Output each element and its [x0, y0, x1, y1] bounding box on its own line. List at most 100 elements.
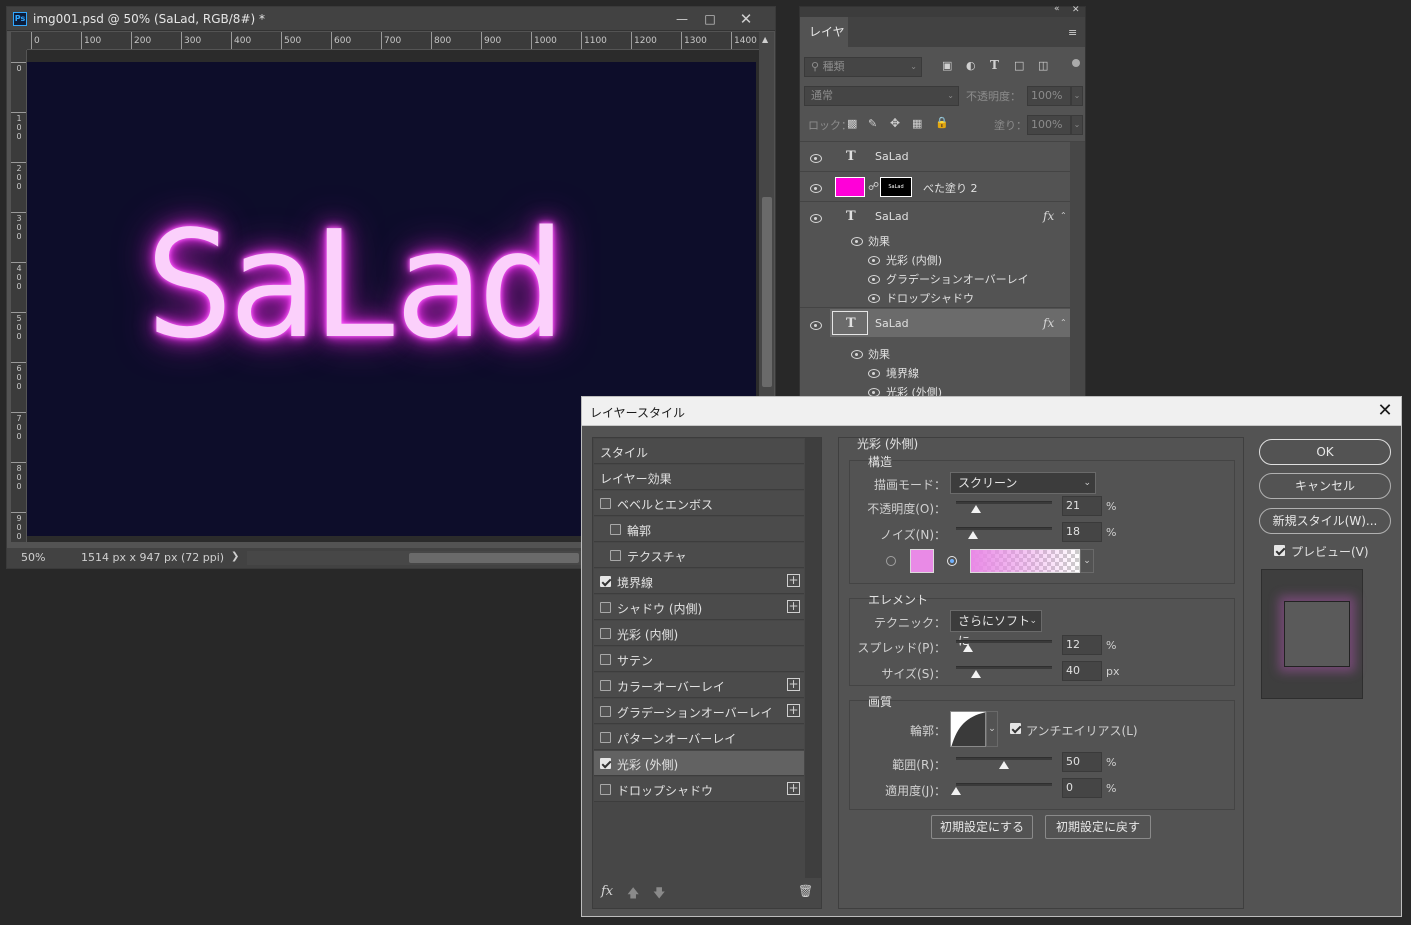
vertical-ruler[interactable]: 0 100 200 300 400 500 600 700 800 900: [11, 50, 27, 542]
spread-slider[interactable]: [956, 640, 1052, 652]
effect-item[interactable]: ドロップシャドウ: [886, 290, 974, 306]
style-checkbox[interactable]: [600, 732, 611, 743]
panel-header[interactable]: « ✕: [800, 4, 1085, 17]
style-item[interactable]: テクスチャ: [594, 543, 804, 568]
spread-slider-thumb[interactable]: [963, 644, 973, 652]
layer-row-salad-effects-1[interactable]: T SaLad fx ⌃ 効果 光彩 (内側) グラデーションオーバーレイ ドロ…: [800, 202, 1070, 308]
scroll-up-icon[interactable]: ▲: [762, 35, 768, 44]
dialog-close-icon[interactable]: ✕: [1373, 399, 1397, 423]
fx-icon[interactable]: fx: [1043, 209, 1054, 223]
layer-row-salad-top[interactable]: T SaLad: [800, 142, 1070, 172]
document-titlebar[interactable]: Ps img001.psd @ 50% (SaLad, RGB/8#) * — …: [7, 7, 775, 31]
style-checkbox[interactable]: [600, 654, 611, 665]
jitter-input[interactable]: 0: [1062, 778, 1102, 798]
blend-mode-select[interactable]: 通常 ⌄: [804, 86, 959, 106]
style-checkbox[interactable]: [600, 576, 611, 587]
visibility-eye-icon[interactable]: [849, 236, 865, 246]
style-item[interactable]: カラーオーバーレイ +: [594, 673, 804, 698]
effect-item[interactable]: 光彩 (内側): [886, 252, 942, 268]
filter-pixel-icon[interactable]: ▣: [942, 59, 952, 72]
filter-toggle-icon[interactable]: [1072, 59, 1080, 67]
style-checkbox[interactable]: [600, 628, 611, 639]
contour-preview[interactable]: [950, 711, 986, 747]
filter-adjustment-icon[interactable]: ◐: [966, 59, 976, 72]
move-up-icon[interactable]: 🡅: [627, 884, 639, 905]
style-checkbox[interactable]: [600, 498, 611, 509]
info-arrow-icon[interactable]: ❯: [231, 551, 239, 562]
style-checkbox[interactable]: [600, 758, 611, 769]
cancel-button[interactable]: キャンセル: [1259, 473, 1391, 499]
visibility-eye-icon[interactable]: [808, 213, 824, 223]
glow-color-swatch[interactable]: [910, 549, 934, 573]
styles-header[interactable]: スタイル: [594, 439, 804, 464]
panel-close-icon[interactable]: ✕: [1072, 5, 1080, 15]
lock-paint-icon[interactable]: ✎: [868, 117, 877, 130]
filter-shape-icon[interactable]: □: [1014, 59, 1024, 72]
add-effect-icon[interactable]: +: [787, 704, 800, 717]
move-down-icon[interactable]: 🡇: [653, 884, 665, 905]
fx-menu-icon[interactable]: fx: [601, 884, 613, 899]
opacity-slider[interactable]: [956, 501, 1052, 513]
fx-icon[interactable]: fx: [1043, 316, 1054, 330]
layer-name[interactable]: SaLad: [875, 150, 909, 163]
style-item[interactable]: 光彩 (内側): [594, 621, 804, 646]
range-slider-thumb[interactable]: [999, 761, 1009, 769]
contour-chevron-icon[interactable]: ⌄: [986, 711, 998, 747]
lock-all-icon[interactable]: 🔒: [935, 116, 949, 129]
minimize-icon[interactable]: —: [669, 9, 695, 29]
filter-type-icon[interactable]: T: [990, 58, 999, 72]
lock-artboard-icon[interactable]: ▦: [912, 117, 922, 130]
document-info[interactable]: 1514 px x 947 px (72 ppi): [81, 551, 224, 564]
layer-name[interactable]: SaLad: [875, 317, 909, 330]
noise-input[interactable]: 18: [1062, 522, 1102, 542]
range-input[interactable]: 50: [1062, 752, 1102, 772]
style-checkbox[interactable]: [600, 602, 611, 613]
noise-slider-thumb[interactable]: [968, 531, 978, 539]
effect-item[interactable]: 境界線: [886, 365, 919, 381]
fill-chevron-icon[interactable]: ⌄: [1071, 115, 1083, 135]
antialias-label[interactable]: アンチエイリアス(L): [1026, 722, 1138, 739]
size-slider[interactable]: [956, 666, 1052, 678]
style-checkbox[interactable]: [600, 706, 611, 717]
spread-input[interactable]: 12: [1062, 635, 1102, 655]
horizontal-scrollbar[interactable]: [247, 551, 587, 565]
trash-icon[interactable]: 🗑: [798, 884, 813, 898]
style-item[interactable]: シャドウ (内側) +: [594, 595, 804, 620]
visibility-eye-icon[interactable]: [866, 368, 882, 378]
layer-mask-thumbnail[interactable]: SaLad: [880, 177, 912, 197]
style-list-scrollbar[interactable]: [805, 438, 821, 878]
ok-button[interactable]: OK: [1259, 439, 1391, 465]
style-item[interactable]: ベベルとエンボス: [594, 491, 804, 516]
visibility-eye-icon[interactable]: [866, 274, 882, 284]
range-slider[interactable]: [956, 757, 1052, 769]
antialias-checkbox[interactable]: [1010, 723, 1021, 734]
visibility-eye-icon[interactable]: [808, 183, 824, 193]
fill-color-thumbnail[interactable]: [835, 177, 865, 197]
visibility-eye-icon[interactable]: [866, 293, 882, 303]
new-style-button[interactable]: 新規スタイル(W)...: [1259, 508, 1391, 534]
style-checkbox[interactable]: [610, 524, 621, 535]
panel-menu-icon[interactable]: ≡: [1068, 26, 1077, 39]
reset-default-button[interactable]: 初期設定に戻す: [1045, 815, 1151, 839]
glow-gradient-preview[interactable]: [970, 549, 1080, 573]
effect-item[interactable]: グラデーションオーバーレイ: [886, 271, 1029, 287]
opacity-input[interactable]: 100%: [1027, 86, 1071, 106]
layer-row-salad-effects-2[interactable]: T SaLad fx ⌃ 効果 境界線 光彩 (外側): [800, 309, 1070, 399]
add-effect-icon[interactable]: +: [787, 678, 800, 691]
add-effect-icon[interactable]: +: [787, 782, 800, 795]
dialog-titlebar[interactable]: レイヤースタイル ✕: [582, 397, 1401, 426]
style-item[interactable]: サテン: [594, 647, 804, 672]
style-checkbox[interactable]: [600, 784, 611, 795]
opacity-input[interactable]: 21: [1062, 496, 1102, 516]
preview-label[interactable]: プレビュー(V): [1291, 543, 1369, 560]
add-effect-icon[interactable]: +: [787, 600, 800, 613]
visibility-eye-icon[interactable]: [808, 320, 824, 330]
add-effect-icon[interactable]: +: [787, 574, 800, 587]
jitter-slider[interactable]: [951, 783, 1052, 795]
link-icon[interactable]: ☍: [868, 180, 879, 193]
lock-transparency-icon[interactable]: ▩: [847, 117, 857, 130]
layer-row-fill[interactable]: ☍ SaLad べた塗り 2: [800, 172, 1070, 202]
visibility-eye-icon[interactable]: [849, 349, 865, 359]
style-checkbox[interactable]: [610, 550, 621, 561]
zoom-level[interactable]: 50%: [21, 551, 45, 564]
